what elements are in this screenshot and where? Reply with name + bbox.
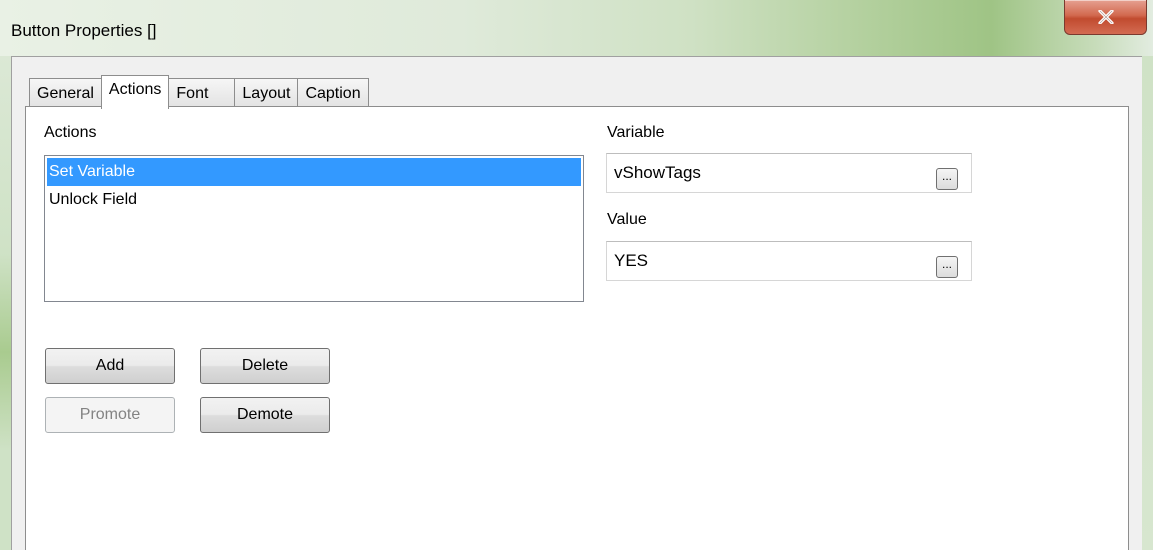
window-title: Button Properties [] [11,21,157,40]
close-icon [1097,10,1114,24]
tab-font[interactable]: Font [168,78,236,108]
list-item[interactable]: Unlock Field [45,186,583,214]
add-button[interactable]: Add [45,348,175,384]
variable-input[interactable]: vShowTags [606,153,972,193]
delete-button[interactable]: Delete [200,348,330,384]
variable-browse-button[interactable]: ... [936,168,958,190]
value-input[interactable]: YES [606,241,972,281]
variable-label: Variable [607,124,665,141]
tab-caption[interactable]: Caption [297,78,369,108]
window-frame-left [0,56,11,550]
tab-general[interactable]: General [29,78,102,108]
tab-layout[interactable]: Layout [234,78,299,108]
close-button[interactable] [1064,0,1147,35]
promote-button[interactable]: Promote [45,397,175,433]
title-bar[interactable]: Button Properties [] [0,0,1153,56]
actions-listbox[interactable]: Set Variable Unlock Field [44,155,584,302]
value-browse-button[interactable]: ... [936,256,958,278]
window-frame-right [1142,56,1153,550]
value-label: Value [607,211,647,228]
dialog-window: Button Properties [] General Actions Fon… [0,0,1153,550]
list-item[interactable]: Set Variable [47,158,581,186]
tab-strip: General Actions Font Layout Caption [29,75,369,109]
tab-actions[interactable]: Actions [100,75,170,109]
actions-label: Actions [44,124,97,141]
demote-button[interactable]: Demote [200,397,330,433]
